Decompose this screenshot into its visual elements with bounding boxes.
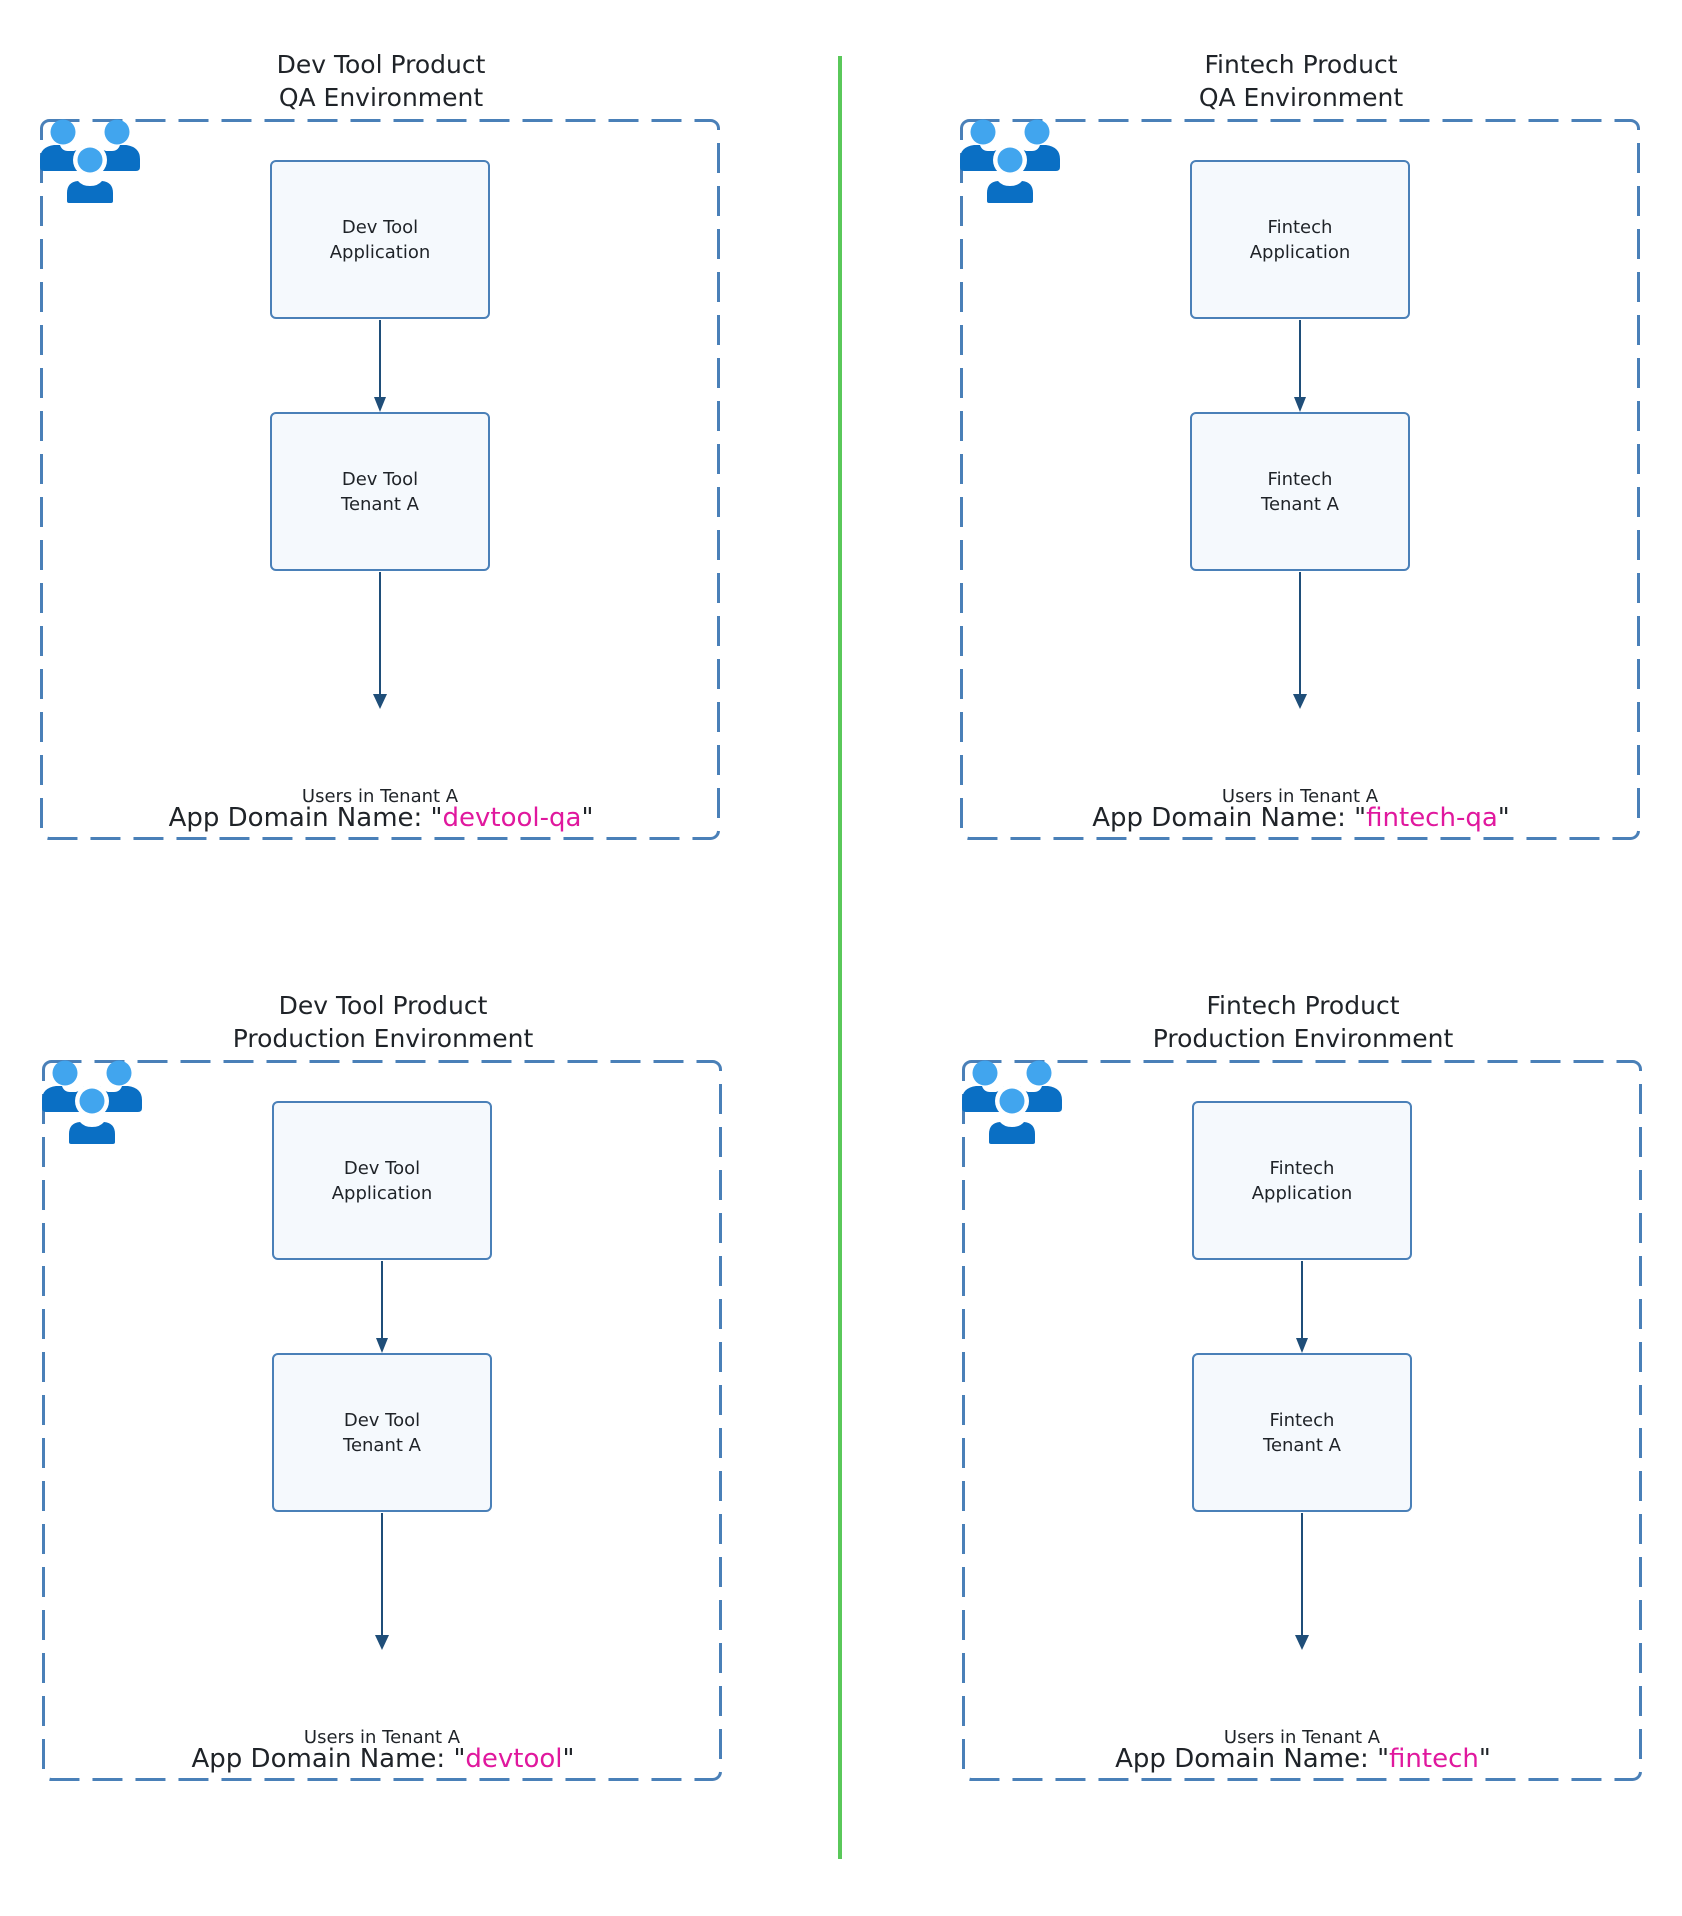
app-domain-label: App Domain Name: "devtool" — [42, 1742, 724, 1776]
app-to-tenant-arrowhead — [1294, 397, 1306, 412]
product-name: Fintech Product — [1206, 991, 1400, 1020]
connectors — [373, 320, 387, 709]
tenant-to-users-arrowhead — [375, 1635, 389, 1650]
app-to-tenant-arrowhead — [1296, 1338, 1308, 1353]
panel-title: Dev Tool Product Production Environment — [42, 989, 724, 1055]
panel-title: Dev Tool Product QA Environment — [40, 48, 722, 114]
product-name: Fintech Product — [1204, 50, 1398, 79]
app-domain-suffix: " — [581, 803, 594, 833]
app-domain-prefix: App Domain Name: " — [1092, 803, 1367, 833]
connectors — [1293, 320, 1307, 709]
app-domain-value: devtool-qa — [442, 803, 582, 833]
app-domain-label: App Domain Name: "fintech" — [962, 1742, 1644, 1776]
app-domain-suffix: " — [1497, 803, 1510, 833]
panel-title: Fintech Product Production Environment — [962, 989, 1644, 1055]
environment-name: QA Environment — [278, 83, 484, 112]
app-domain-prefix: App Domain Name: " — [191, 1744, 466, 1774]
app-to-tenant-arrowhead — [374, 397, 386, 412]
panel-title: Fintech Product QA Environment — [960, 48, 1642, 114]
app-to-tenant-arrowhead — [376, 1338, 388, 1353]
app-domain-value: fintech-qa — [1366, 803, 1498, 833]
environment-name: Production Environment — [1152, 1024, 1454, 1053]
app-domain-prefix: App Domain Name: " — [1115, 1744, 1390, 1774]
app-domain-prefix: App Domain Name: " — [168, 803, 443, 833]
app-domain-value: fintech — [1389, 1744, 1479, 1774]
environment-name: QA Environment — [1198, 83, 1404, 112]
tenant-to-users-arrowhead — [1293, 694, 1307, 709]
tenant-to-users-arrowhead — [1295, 1635, 1309, 1650]
environment-boundary: Fintech Application Fintech Tenant A Use… — [962, 1060, 1642, 1781]
environment-boundary: Fintech Application Fintech Tenant A Use… — [960, 119, 1640, 840]
app-domain-suffix: " — [562, 1744, 575, 1774]
product-name: Dev Tool Product — [278, 991, 488, 1020]
environment-boundary: Dev Tool Application Dev Tool Tenant A U… — [42, 1060, 722, 1781]
connectors — [375, 1261, 389, 1650]
environment-name: Production Environment — [232, 1024, 534, 1053]
environment-boundary: Dev Tool Application Dev Tool Tenant A U… — [40, 119, 720, 840]
product-name: Dev Tool Product — [276, 50, 486, 79]
app-domain-label: App Domain Name: "fintech-qa" — [960, 801, 1642, 835]
connectors — [1295, 1261, 1309, 1650]
app-domain-suffix: " — [1478, 1744, 1491, 1774]
app-domain-value: devtool — [465, 1744, 563, 1774]
app-domain-label: App Domain Name: "devtool-qa" — [40, 801, 722, 835]
vertical-divider — [838, 56, 842, 1859]
tenant-to-users-arrowhead — [373, 694, 387, 709]
